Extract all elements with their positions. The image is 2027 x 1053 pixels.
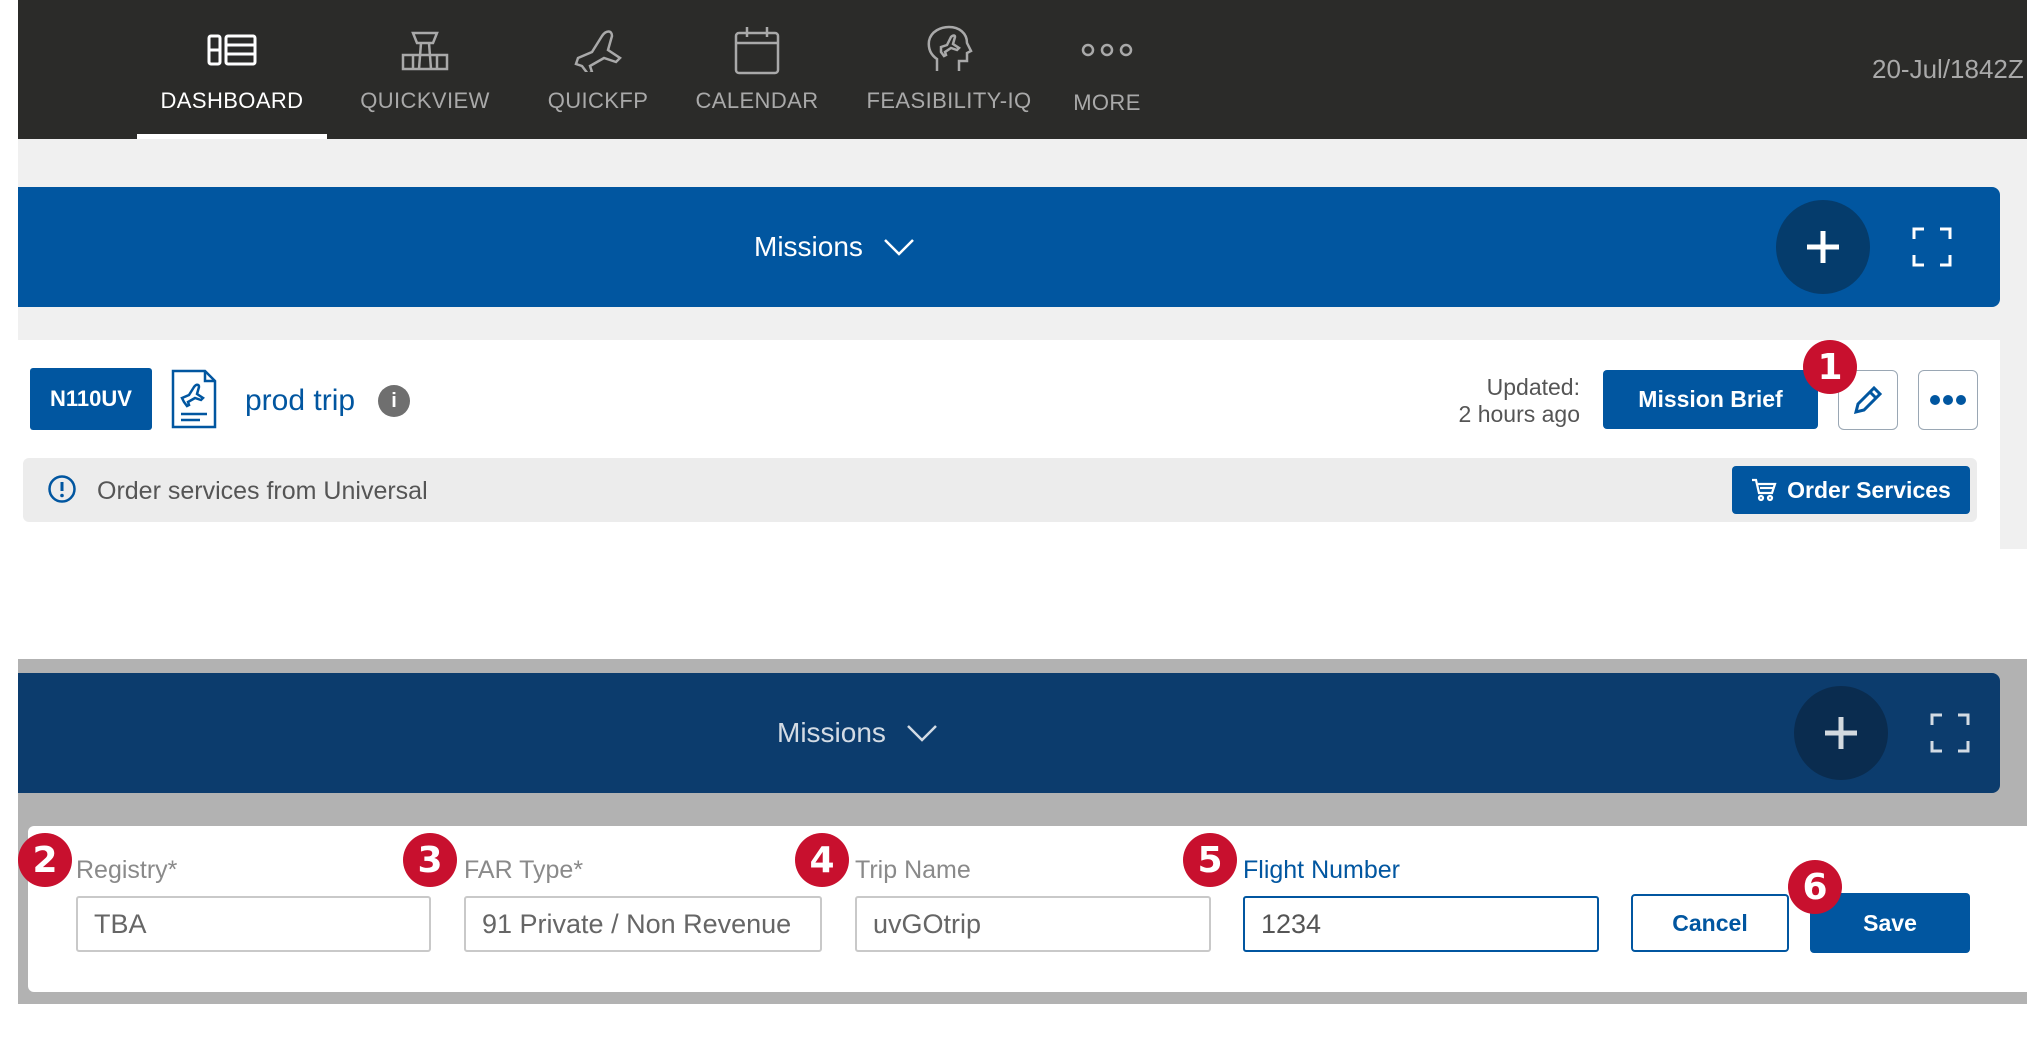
plus-icon bbox=[1825, 717, 1857, 749]
updated-time: 2 hours ago bbox=[1458, 401, 1580, 427]
tail-number-badge[interactable]: N110UV bbox=[30, 368, 152, 430]
callout-badge: 6 bbox=[1788, 860, 1842, 914]
updated-status: Updated: 2 hours ago bbox=[1418, 374, 1580, 428]
expand-icon bbox=[1930, 713, 1970, 753]
mission-card: N110UV prod trip i Updated: 2 hours ago … bbox=[18, 340, 2000, 549]
order-services-text: Order services from Universal bbox=[97, 477, 428, 505]
order-services-label: Order Services bbox=[1787, 476, 1951, 503]
trip-name-link[interactable]: prod trip bbox=[245, 384, 355, 418]
cancel-button[interactable]: Cancel bbox=[1631, 894, 1789, 952]
mission-brief-button[interactable]: Mission Brief bbox=[1603, 370, 1818, 429]
more-options-button[interactable] bbox=[1918, 370, 1978, 430]
nav-item-feasibility-iq[interactable]: FEASIBILITY-IQ bbox=[849, 0, 1049, 139]
callout-badge: 3 bbox=[403, 833, 457, 887]
missions-panel-header: Missions bbox=[18, 187, 2000, 307]
info-icon[interactable]: i bbox=[378, 385, 410, 417]
nav-item-quickview[interactable]: QUICKVIEW bbox=[345, 0, 505, 139]
control-tower-icon bbox=[399, 22, 451, 78]
missions-dropdown[interactable]: Missions bbox=[754, 187, 915, 307]
nav-label: QUICKFP bbox=[547, 88, 649, 113]
order-services-button[interactable]: Order Services bbox=[1732, 466, 1970, 514]
far-type-label: FAR Type* bbox=[464, 856, 584, 884]
chevron-down-icon bbox=[907, 725, 937, 742]
nav-label: FEASIBILITY-IQ bbox=[866, 88, 1032, 113]
nav-item-more[interactable]: MORE bbox=[1057, 0, 1157, 139]
expand-button-edit[interactable] bbox=[1930, 713, 1970, 753]
ellipsis-icon bbox=[1930, 395, 1966, 405]
trip-name-input[interactable] bbox=[855, 896, 1211, 952]
cart-icon bbox=[1752, 478, 1777, 502]
flight-number-label: Flight Number bbox=[1243, 856, 1400, 884]
nav-item-quickfp[interactable]: QUICKFP bbox=[523, 0, 673, 139]
alert-circle-icon bbox=[48, 475, 76, 503]
missions-panel-header-edit: Missions bbox=[18, 673, 2000, 793]
missions-title: Missions bbox=[777, 717, 886, 748]
nav-item-calendar[interactable]: CALENDAR bbox=[677, 0, 837, 139]
updated-label: Updated: bbox=[1486, 374, 1580, 400]
far-type-select[interactable] bbox=[464, 896, 822, 952]
nav-label: CALENDAR bbox=[695, 88, 819, 113]
calendar-icon bbox=[733, 22, 781, 78]
missions-dropdown-edit[interactable]: Missions bbox=[777, 673, 938, 793]
nav-label: DASHBOARD bbox=[160, 88, 304, 113]
nav-label: QUICKVIEW bbox=[360, 88, 490, 113]
top-navigation-bar: DASHBOARD QUICKVIEW QUICKFP CALENDAR FEA… bbox=[18, 0, 2027, 139]
callout-badge: 2 bbox=[18, 833, 72, 887]
missions-title: Missions bbox=[754, 231, 863, 262]
callout-badge: 1 bbox=[1803, 340, 1857, 394]
nav-item-dashboard[interactable]: DASHBOARD bbox=[137, 0, 327, 139]
plus-icon bbox=[1807, 231, 1839, 263]
more-dots-icon bbox=[1080, 22, 1134, 78]
airplane-icon bbox=[572, 22, 624, 78]
date-time-display: 20-Jul/1842Z bbox=[1872, 54, 2024, 84]
add-mission-button[interactable] bbox=[1776, 200, 1870, 294]
pencil-icon bbox=[1853, 385, 1883, 415]
nav-label: MORE bbox=[1073, 90, 1141, 115]
flight-number-input[interactable] bbox=[1243, 896, 1599, 952]
registry-input[interactable] bbox=[76, 896, 431, 952]
chevron-down-icon bbox=[884, 239, 914, 256]
head-plane-icon bbox=[925, 22, 973, 78]
callout-badge: 5 bbox=[1183, 833, 1237, 887]
trip-document-icon bbox=[170, 368, 218, 430]
order-services-banner: Order services from Universal Order Serv… bbox=[23, 458, 1977, 522]
dashboard-icon bbox=[207, 22, 257, 78]
add-mission-button-edit[interactable] bbox=[1794, 686, 1888, 780]
expand-icon bbox=[1912, 227, 1952, 267]
expand-button[interactable] bbox=[1912, 227, 1952, 267]
registry-label: Registry* bbox=[76, 856, 178, 884]
trip-name-label: Trip Name bbox=[855, 856, 971, 884]
callout-badge: 4 bbox=[795, 833, 849, 887]
